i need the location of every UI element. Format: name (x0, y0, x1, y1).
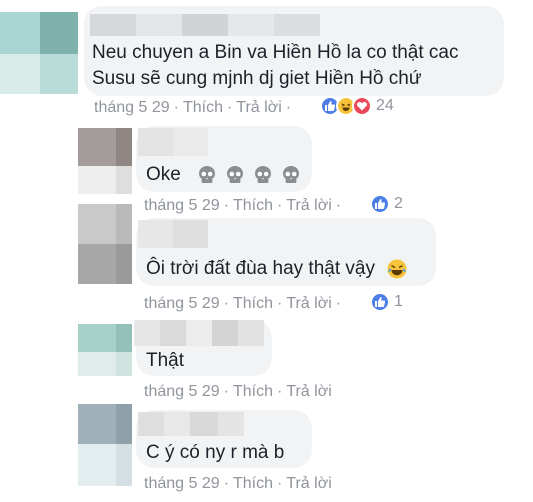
reply-link[interactable]: Trả lời (286, 295, 331, 312)
comment-text: Ôi trời đất đùa hay thật vậy (146, 256, 408, 282)
comment-time[interactable]: tháng 5 29 (144, 197, 220, 214)
comment-text-value: Ôi trời đất đùa hay thật vậy (146, 258, 375, 279)
reactions-summary[interactable]: 2 (370, 194, 403, 214)
like-link[interactable]: Thích (233, 197, 273, 214)
commenter-name[interactable] (90, 14, 320, 36)
reaction-count: 1 (394, 293, 403, 310)
comment-text-value: Oke (146, 164, 181, 185)
comment-meta: tháng 5 29 · Thích · Trả lời (144, 475, 332, 492)
reaction-count: 2 (394, 195, 403, 212)
skull-icon (255, 165, 272, 183)
commenter-name[interactable] (138, 128, 208, 156)
avatar[interactable] (78, 204, 132, 284)
comment-time[interactable]: tháng 5 29 (144, 383, 220, 400)
comment-meta: tháng 5 29 · Thích · Trả lời · (144, 295, 342, 312)
reactions-summary[interactable]: 24 (320, 96, 394, 116)
avatar[interactable] (78, 404, 132, 486)
comment-text: Susu sẽ cung mjnh dj giet Hiền Hồ chứ (92, 68, 422, 89)
comment-time[interactable]: tháng 5 29 (94, 99, 170, 116)
comment-meta: tháng 5 29 · Thích · Trả lời · (144, 197, 342, 214)
like-link[interactable]: Thích (233, 295, 273, 312)
reply-link[interactable]: Trả lời (286, 383, 331, 400)
reactions-summary[interactable]: 1 (370, 292, 403, 312)
commenter-name[interactable] (134, 320, 264, 346)
like-link[interactable]: Thích (183, 99, 223, 116)
comment-meta: tháng 5 29 · Thích · Trả lời · (94, 99, 292, 116)
avatar[interactable] (0, 12, 78, 94)
comment-text: C ý có ny r mà b (146, 442, 285, 463)
laughing-tears-icon (387, 259, 407, 279)
emoji-group (196, 164, 302, 186)
comment-text: Oke (146, 162, 302, 188)
comment-thread: Neu chuyen a Bin va Hiền Hồ la co thật c… (0, 0, 533, 502)
commenter-name[interactable] (138, 220, 208, 248)
avatar[interactable] (78, 324, 132, 376)
love-icon (352, 96, 372, 116)
skull-icon (283, 165, 300, 183)
like-link[interactable]: Thích (233, 475, 273, 492)
skull-icon (227, 165, 244, 183)
comment-meta: tháng 5 29 · Thích · Trả lời (144, 383, 332, 400)
comment-text: Thật (146, 350, 185, 371)
reply-link[interactable]: Trả lời (286, 197, 331, 214)
like-link[interactable]: Thích (233, 383, 273, 400)
avatar[interactable] (78, 128, 132, 194)
comment-text: Neu chuyen a Bin va Hiền Hồ la co thật c… (92, 42, 459, 63)
skull-icon (199, 165, 216, 183)
comment-time[interactable]: tháng 5 29 (144, 295, 220, 312)
commenter-name[interactable] (138, 412, 244, 436)
comment-time[interactable]: tháng 5 29 (144, 475, 220, 492)
reaction-count: 24 (376, 97, 394, 114)
like-icon (370, 194, 390, 214)
reply-link[interactable]: Trả lời (236, 99, 281, 116)
reply-link[interactable]: Trả lời (286, 475, 331, 492)
like-icon (370, 292, 390, 312)
